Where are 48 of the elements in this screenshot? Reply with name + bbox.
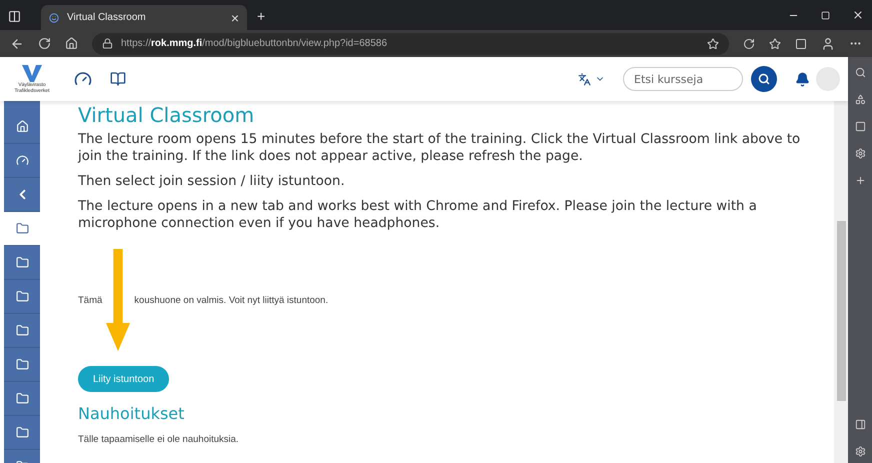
folder-icon <box>16 392 28 405</box>
logo-icon <box>22 64 42 82</box>
recordings-note: Tälle tapaamiselle ei ole nauhoituksia. <box>78 434 239 445</box>
close-window-button[interactable] <box>852 9 864 21</box>
bell-icon[interactable] <box>795 72 810 86</box>
scrollbar[interactable] <box>834 101 848 463</box>
tab-title: Virtual Classroom <box>67 12 147 23</box>
sidebar-toggle-icon[interactable] <box>854 419 866 430</box>
search-icon <box>758 73 770 85</box>
favorite-icon[interactable] <box>707 38 719 50</box>
lock-icon <box>102 38 113 49</box>
paragraph: Then select join session / liity istuntoon. <box>78 173 346 190</box>
folder-icon <box>16 358 28 371</box>
folder-icon <box>16 222 28 235</box>
home-icon <box>16 120 28 133</box>
profile-icon[interactable] <box>821 36 835 50</box>
back-button[interactable] <box>10 36 24 50</box>
site-icon <box>49 12 59 22</box>
search-icon[interactable] <box>854 67 866 78</box>
browser-tab[interactable]: Virtual Classroom × <box>41 5 247 30</box>
reload-button[interactable] <box>38 37 51 50</box>
book-icon[interactable] <box>110 71 126 87</box>
folder-icon <box>16 290 28 303</box>
settings-icon[interactable] <box>854 446 866 457</box>
home-button[interactable] <box>65 37 78 50</box>
address-bar[interactable]: https://rok.mmg.fi/mod/bigbluebuttonbn/view.php?id=68586 <box>92 32 729 54</box>
paragraph: The lecture room opens 15 minutes before the start of the training. Click the Virtual Classroom link above to join the training. If the link does not appear active, please refresh the page. <box>78 131 802 165</box>
status-text: Tämä <box>78 294 102 306</box>
new-tab-button[interactable]: + <box>257 9 266 23</box>
status-text: koushuone on valmis. Voit nyt liittyä istuntoon. <box>134 294 328 306</box>
maximize-button[interactable] <box>821 11 830 20</box>
section-heading: Nauhoitukset <box>78 404 186 423</box>
folder-icon <box>16 324 28 337</box>
search-button[interactable] <box>751 66 777 92</box>
add-icon[interactable] <box>854 175 866 186</box>
page-heading: Virtual Classroom <box>78 103 256 127</box>
folder-icon <box>16 256 28 269</box>
tab-actions-icon[interactable] <box>8 10 21 23</box>
gauge-icon <box>16 154 28 167</box>
folder-icon <box>16 426 28 439</box>
language-icon[interactable] <box>578 72 591 86</box>
close-tab-button[interactable]: × <box>230 10 239 24</box>
favorites-icon[interactable] <box>769 38 781 50</box>
shapes-icon[interactable] <box>854 94 866 105</box>
paragraph: The lecture opens in a new tab and works best with Chrome and Firefox. Please join the lecture with a microphone connection even if you have headphones. <box>78 198 758 232</box>
gauge-icon[interactable] <box>74 70 92 88</box>
search-field[interactable]: Etsi kursseja <box>623 67 743 91</box>
url-text: https://rok.mmg.fi/mod/bigbluebuttonbn/view.php?id=68586 <box>121 38 388 49</box>
